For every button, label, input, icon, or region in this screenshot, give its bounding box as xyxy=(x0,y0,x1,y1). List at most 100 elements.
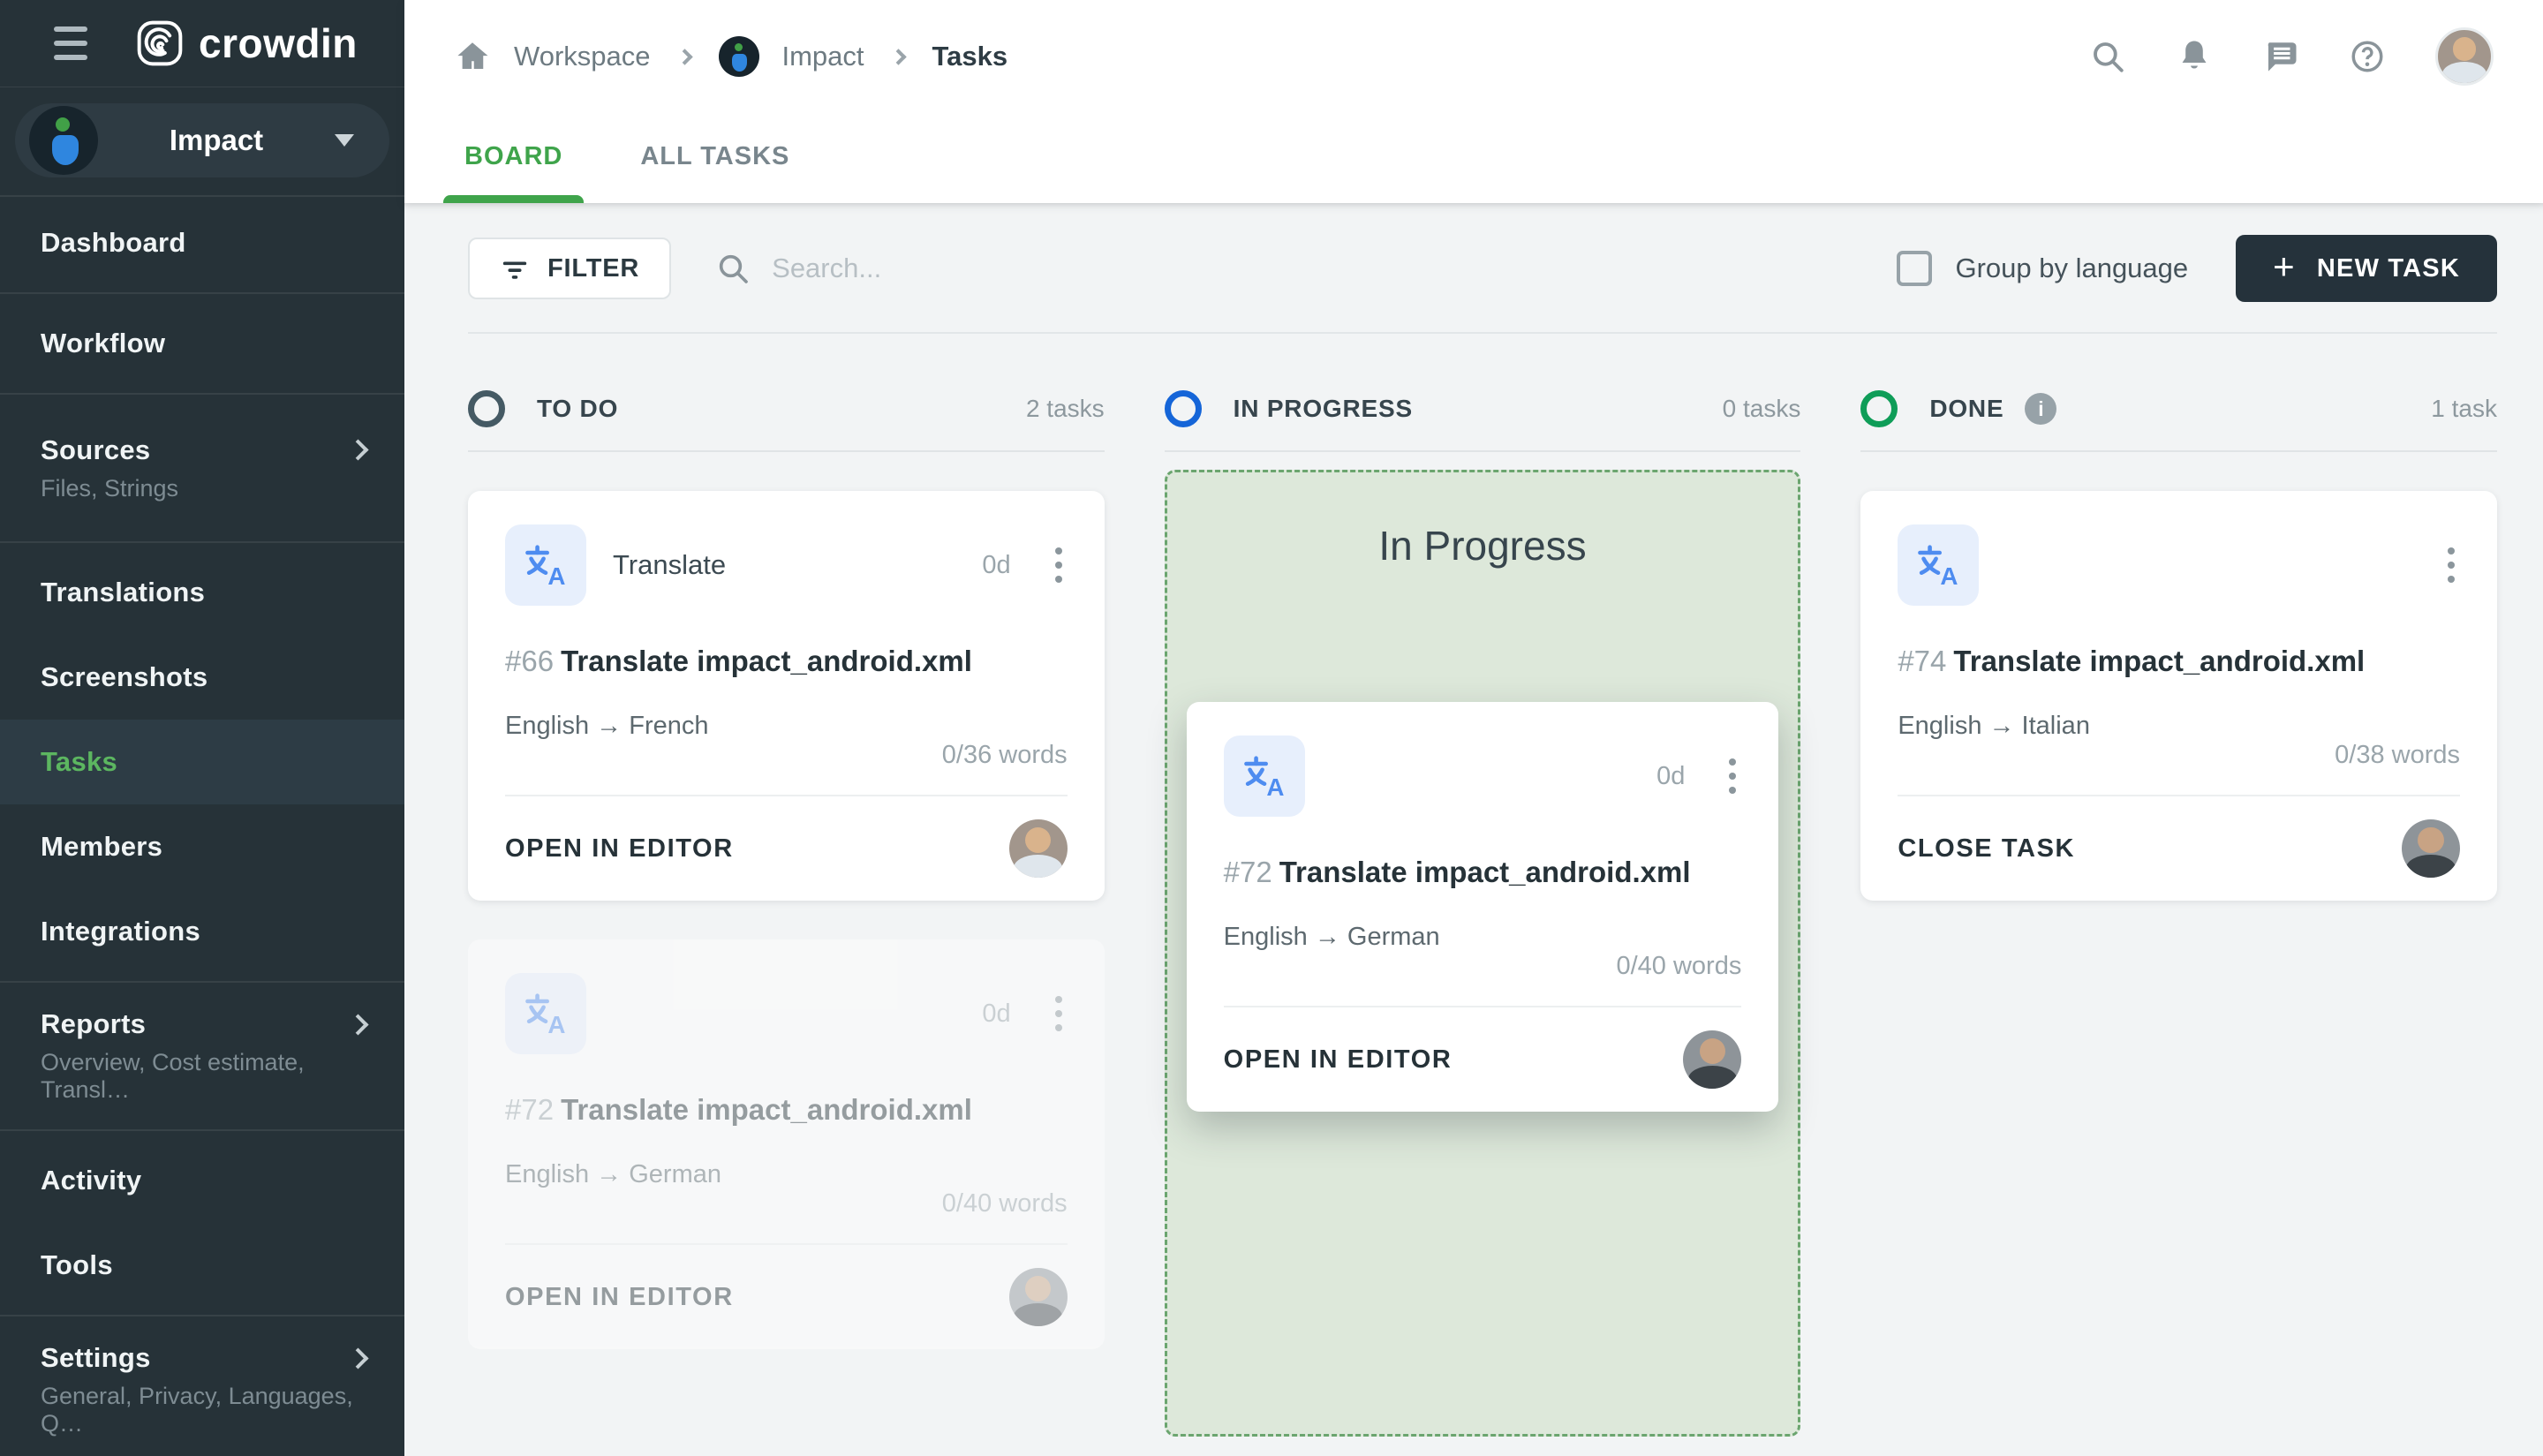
task-card-74[interactable]: A #74 Translate impact_android.xml Engli… xyxy=(1860,491,2497,901)
svg-text:A: A xyxy=(1941,562,1958,590)
sidebar-item-tasks[interactable]: Tasks xyxy=(0,720,404,804)
search-icon xyxy=(719,254,748,283)
task-type-label: Translate xyxy=(613,549,727,580)
svg-text:A: A xyxy=(1266,773,1284,801)
new-task-button[interactable]: + NEW TASK xyxy=(2236,235,2497,302)
chevron-right-icon xyxy=(347,439,369,461)
kebab-menu-icon[interactable] xyxy=(2442,542,2460,588)
user-avatar[interactable] xyxy=(2435,27,2494,86)
help-icon[interactable] xyxy=(2349,38,2386,75)
crowdin-logo: crowdin xyxy=(135,19,358,68)
divider xyxy=(0,981,404,983)
home-icon[interactable] xyxy=(454,38,491,75)
filter-button[interactable]: FILTER xyxy=(468,238,672,299)
board-columns: TO DO 2 tasks A Translate 0d #66 Transla… xyxy=(468,390,2497,1456)
status-circle-icon xyxy=(1164,390,1202,427)
sidebar-item-screenshots[interactable]: Screenshots xyxy=(0,635,404,720)
chevron-right-icon xyxy=(675,48,693,65)
sidebar-item-translations[interactable]: Translations xyxy=(0,550,404,635)
chevron-right-icon xyxy=(889,48,907,65)
app-window: crowdin Impact Dashboard Workflow Source… xyxy=(0,0,2543,1456)
sidebar-item-reports[interactable]: Reports Overview, Cost estimate, Transl… xyxy=(0,990,404,1122)
kebab-menu-icon[interactable] xyxy=(1724,753,1741,799)
translate-icon: A xyxy=(1223,736,1305,817)
kebab-menu-icon[interactable] xyxy=(1050,542,1068,588)
hamburger-menu-icon[interactable] xyxy=(50,19,91,67)
task-language-pair: English → Italian xyxy=(1898,712,2090,740)
divider xyxy=(0,1315,404,1316)
open-in-editor-button[interactable]: OPEN IN EDITOR xyxy=(505,834,734,864)
assignee-avatar xyxy=(1008,819,1068,878)
project-selector[interactable]: Impact xyxy=(15,103,389,178)
status-circle-icon xyxy=(468,390,505,427)
project-name: Impact xyxy=(169,124,264,157)
task-title: #72 Translate impact_android.xml xyxy=(505,1093,972,1126)
task-card-72-dragging[interactable]: A 0d #72Translate impact_android.xml En xyxy=(1186,702,1779,1112)
divider xyxy=(0,86,404,88)
filter-button-label: FILTER xyxy=(547,253,640,283)
sidebar: crowdin Impact Dashboard Workflow Source… xyxy=(0,0,404,1456)
sidebar-item-settings[interactable]: Settings General, Privacy, Languages, Q… xyxy=(0,1324,404,1456)
sidebar-item-sublabel: Files, Strings xyxy=(41,474,179,502)
search-icon[interactable] xyxy=(2089,38,2126,75)
sidebar-item-activity[interactable]: Activity xyxy=(0,1138,404,1223)
sidebar-item-workflow[interactable]: Workflow xyxy=(0,301,404,386)
task-duration: 0d xyxy=(982,550,1011,579)
group-by-language-label: Group by language xyxy=(1955,253,2189,283)
done-column-header: DONE i 1 task xyxy=(1860,390,2497,452)
close-task-button[interactable]: CLOSE TASK xyxy=(1898,834,2075,864)
breadcrumb-current-page: Tasks xyxy=(932,41,1008,72)
task-word-progress: 0/36 words xyxy=(941,741,1068,769)
tab-all-tasks[interactable]: ALL TASKS xyxy=(630,142,800,203)
chevron-right-icon xyxy=(347,1347,369,1369)
kebab-menu-icon[interactable] xyxy=(1050,991,1068,1037)
caret-down-icon xyxy=(335,134,354,147)
task-language-pair: English → German xyxy=(505,1160,721,1188)
open-in-editor-button[interactable]: OPEN IN EDITOR xyxy=(505,1283,734,1312)
in-progress-column-header: IN PROGRESS 0 tasks xyxy=(1164,390,1801,452)
todo-column-header: TO DO 2 tasks xyxy=(468,390,1105,452)
divider xyxy=(0,1129,404,1131)
task-word-progress: 0/40 words xyxy=(1616,952,1742,980)
divider xyxy=(0,393,404,395)
project-logo-icon xyxy=(718,36,759,77)
sidebar-item-tools[interactable]: Tools xyxy=(0,1223,404,1308)
translate-icon: A xyxy=(1898,524,1980,606)
task-title: #72 Translate impact_android.xml xyxy=(1223,856,1691,888)
assignee-avatar xyxy=(1683,1030,1742,1089)
open-in-editor-button[interactable]: OPEN IN EDITOR xyxy=(1224,1045,1453,1075)
task-card-66[interactable]: A Translate 0d #66 Translate impact_andro… xyxy=(468,491,1105,901)
board-toolbar: FILTER Group by language + NEW TASK xyxy=(468,235,2497,302)
task-duration: 0d xyxy=(982,999,1011,1028)
sidebar-item-members[interactable]: Members xyxy=(0,804,404,889)
messages-icon[interactable] xyxy=(2262,38,2299,75)
search-input[interactable] xyxy=(772,253,1391,284)
sidebar-item-sources[interactable]: Sources Files, Strings xyxy=(0,402,404,534)
breadcrumb-project[interactable]: Impact xyxy=(782,41,864,72)
todo-cards: A Translate 0d #66 Translate impact_andro… xyxy=(468,491,1105,1349)
notifications-bell-icon[interactable] xyxy=(2176,38,2213,75)
group-by-language-toggle[interactable]: Group by language xyxy=(1897,251,2188,286)
dropzone-title: In Progress xyxy=(1378,523,1587,569)
in-progress-dropzone[interactable]: In Progress A 0d #72 Translate impact_an… xyxy=(1164,470,1801,1437)
breadcrumb-workspace[interactable]: Workspace xyxy=(514,41,651,72)
task-card-72-ghost[interactable]: A 0d #72Translate impact_android.xml En xyxy=(468,939,1105,1349)
sidebar-header: crowdin xyxy=(0,0,404,87)
tab-board[interactable]: BOARD xyxy=(442,142,585,203)
column-done: DONE i 1 task A #74 Translate impact_and… xyxy=(1860,390,2497,901)
header-actions xyxy=(2089,27,2494,86)
crowdin-logo-icon xyxy=(137,20,183,66)
info-icon[interactable]: i xyxy=(2025,393,2057,425)
translate-icon: A xyxy=(505,973,586,1054)
task-count: 1 task xyxy=(2431,395,2497,422)
assignee-avatar xyxy=(1008,1268,1068,1326)
tab-bar: BOARD ALL TASKS xyxy=(404,113,2543,203)
done-cards: A #74 Translate impact_android.xml Engli… xyxy=(1860,491,2497,901)
search-box xyxy=(715,251,1897,286)
sidebar-item-integrations[interactable]: Integrations xyxy=(0,889,404,974)
task-word-progress: 0/40 words xyxy=(941,1189,1068,1218)
task-language-pair: English → French xyxy=(505,712,709,740)
group-by-language-checkbox[interactable] xyxy=(1897,251,1933,286)
top-header: Workspace Impact Tasks BOARD ALL TASKS xyxy=(404,0,2543,203)
sidebar-item-dashboard[interactable]: Dashboard xyxy=(0,200,404,285)
